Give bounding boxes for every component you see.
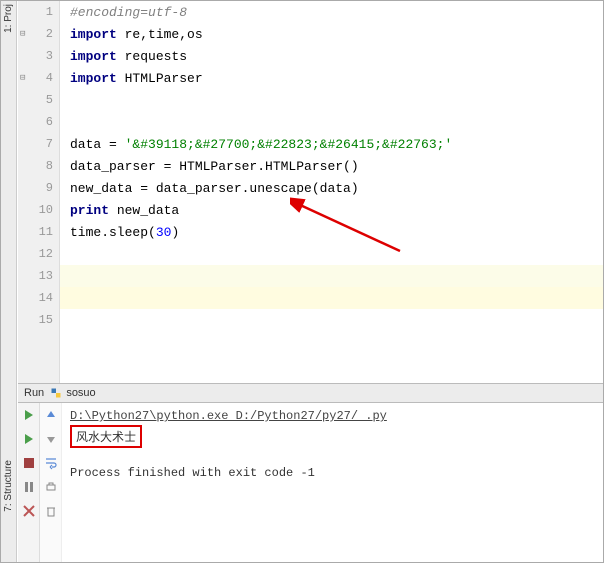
- code-line: data_parser = HTMLParser.HTMLParser(): [60, 155, 603, 177]
- fold-icon[interactable]: ⊟: [20, 73, 25, 83]
- code-line: [60, 265, 603, 287]
- project-tab[interactable]: 1: Proj: [3, 4, 14, 33]
- code-line: [60, 89, 603, 111]
- gutter: 1 ⊟2 3 ⊟4 5 6 7 8 9 10 11 12 13 14 15: [18, 1, 60, 383]
- code-line: import requests: [60, 45, 603, 67]
- wrap-icon[interactable]: [43, 455, 59, 471]
- code-line: print new_data: [60, 199, 603, 221]
- console-sub-toolbar: [40, 403, 62, 562]
- close-icon[interactable]: [21, 503, 37, 519]
- left-tool-rail: 1: Proj 7: Structure: [1, 1, 17, 562]
- code-line: [60, 111, 603, 133]
- structure-tab[interactable]: 7: Structure: [3, 460, 14, 512]
- stop-icon[interactable]: [21, 455, 37, 471]
- gutter-line: 6: [18, 111, 59, 133]
- gutter-line: 9: [18, 177, 59, 199]
- gutter-line: 3: [18, 45, 59, 67]
- run-label: Run: [24, 387, 44, 399]
- code-line: import re,time,os: [60, 23, 603, 45]
- editor: 1 ⊟2 3 ⊟4 5 6 7 8 9 10 11 12 13 14 15 #e…: [18, 1, 603, 383]
- pause-icon[interactable]: [21, 479, 37, 495]
- code-line: time.sleep(30): [60, 221, 603, 243]
- console-output[interactable]: D:\Python27\python.exe D:/Python27/py27/…: [62, 403, 603, 562]
- gutter-line: 5: [18, 89, 59, 111]
- console-exit-message: Process finished with exit code -1: [70, 466, 595, 480]
- clear-icon[interactable]: [43, 503, 59, 519]
- gutter-line: 7: [18, 133, 59, 155]
- rerun-icon[interactable]: [21, 407, 37, 423]
- console-output-highlighted: 风水大术士: [70, 425, 142, 448]
- run-panel-header: Run sosuo: [18, 383, 603, 403]
- gutter-line: 10: [18, 199, 59, 221]
- down-icon[interactable]: [43, 431, 59, 447]
- print-icon[interactable]: [43, 479, 59, 495]
- rerun2-icon[interactable]: [21, 431, 37, 447]
- gutter-line: 8: [18, 155, 59, 177]
- code-line: import HTMLParser: [60, 67, 603, 89]
- code-line: [60, 309, 603, 331]
- console-command-path: D:\Python27\python.exe D:/Python27/py27/…: [70, 409, 595, 423]
- up-icon[interactable]: [43, 407, 59, 423]
- code-line: [60, 243, 603, 265]
- code-area[interactable]: #encoding=utf-8 import re,time,os import…: [60, 1, 603, 383]
- run-toolbar: [18, 403, 40, 562]
- code-line: new_data = data_parser.unescape(data): [60, 177, 603, 199]
- gutter-line: 1: [18, 1, 59, 23]
- python-icon: [50, 387, 62, 399]
- gutter-line: 13: [18, 265, 59, 287]
- gutter-line: 14: [18, 287, 59, 309]
- console-panel: D:\Python27\python.exe D:/Python27/py27/…: [18, 403, 603, 562]
- fold-icon[interactable]: ⊟: [20, 29, 25, 39]
- code-line: #encoding=utf-8: [60, 1, 603, 23]
- gutter-line: 12: [18, 243, 59, 265]
- gutter-line: 15: [18, 309, 59, 331]
- gutter-line: 11: [18, 221, 59, 243]
- gutter-line: ⊟2: [18, 23, 59, 45]
- run-config-name[interactable]: sosuo: [66, 387, 95, 399]
- code-line-current: [60, 287, 603, 309]
- code-line: data = '&#39118;&#27700;&#22823;&#26415;…: [60, 133, 603, 155]
- gutter-line: ⊟4: [18, 67, 59, 89]
